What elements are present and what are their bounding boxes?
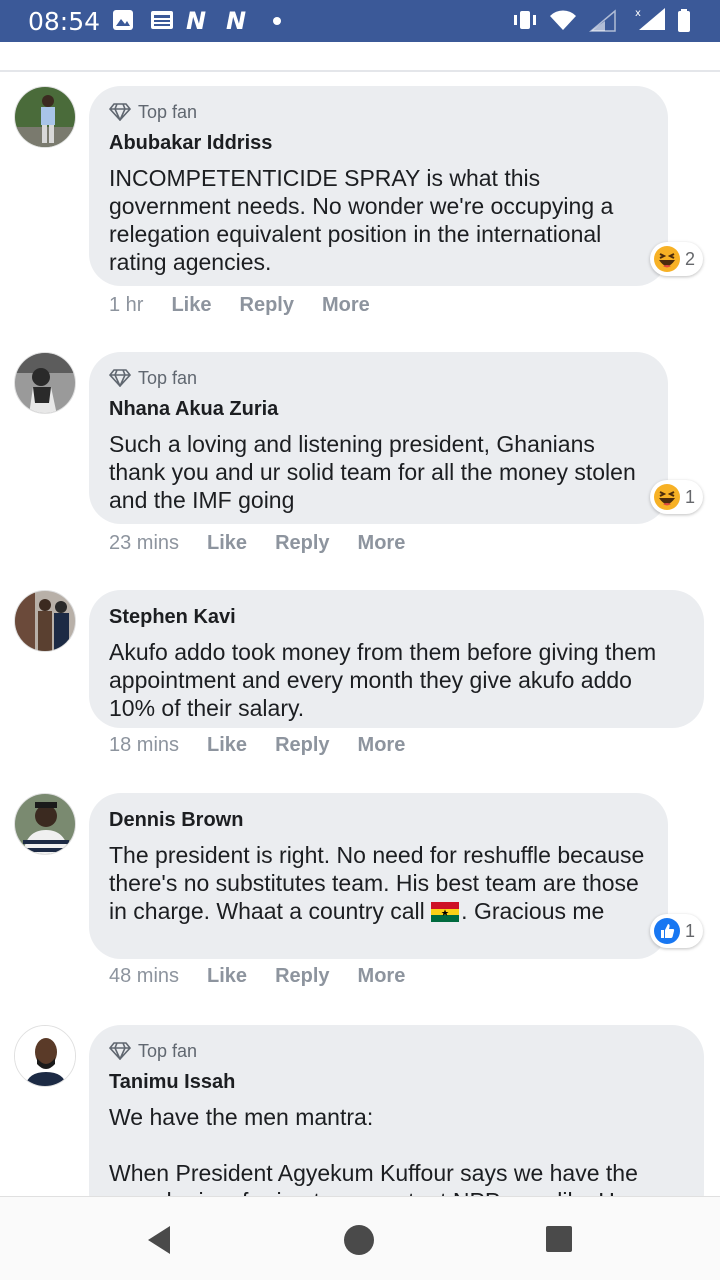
reply-button[interactable]: Reply bbox=[275, 532, 329, 555]
comment-actions: 48 mins Like Reply More bbox=[109, 965, 433, 988]
n-app-icon-2: N bbox=[226, 9, 246, 31]
top-fan-badge: Top fan bbox=[109, 1039, 684, 1063]
comment-text: Akufo addo took money from them before g… bbox=[109, 639, 657, 721]
like-reaction-icon bbox=[654, 918, 680, 944]
signal-icon bbox=[589, 9, 616, 32]
haha-reaction-icon bbox=[654, 246, 680, 272]
reaction-count-value: 1 bbox=[685, 920, 696, 941]
comment: Top fan Nhana Akua Zuria Such a loving a… bbox=[0, 352, 720, 572]
top-fan-badge: Top fan bbox=[109, 100, 648, 124]
reply-button[interactable]: Reply bbox=[275, 734, 329, 757]
more-button[interactable]: More bbox=[358, 965, 406, 988]
news-icon bbox=[151, 11, 173, 29]
status-time: 08:54 bbox=[28, 7, 101, 36]
comment: Dennis Brown The president is right. No … bbox=[0, 793, 720, 1003]
like-button[interactable]: Like bbox=[207, 734, 247, 757]
more-button[interactable]: More bbox=[358, 734, 406, 757]
signal-x-icon: x bbox=[635, 8, 665, 30]
svg-text:x: x bbox=[635, 8, 641, 19]
gallery-icon bbox=[113, 10, 133, 30]
back-icon[interactable] bbox=[146, 1225, 172, 1255]
comment-author[interactable]: Dennis Brown bbox=[109, 807, 648, 833]
reaction-count[interactable]: 1 bbox=[650, 914, 704, 948]
reply-button[interactable]: Reply bbox=[275, 965, 329, 988]
comment-time: 48 mins bbox=[109, 965, 180, 987]
reply-button[interactable]: Reply bbox=[240, 294, 294, 317]
comment: Top fan Tanimu Issah We have the men man… bbox=[0, 1025, 720, 1196]
comment-bubble: Top fan Nhana Akua Zuria Such a loving a… bbox=[89, 352, 668, 524]
comment-time: 23 mins bbox=[109, 532, 180, 554]
avatar[interactable] bbox=[14, 86, 76, 148]
comment-bubble: Stephen Kavi Akufo addo took money from … bbox=[89, 590, 704, 728]
svg-text:N: N bbox=[226, 9, 246, 31]
divider bbox=[0, 70, 720, 72]
like-button[interactable]: Like bbox=[207, 965, 247, 988]
home-icon[interactable] bbox=[343, 1224, 375, 1256]
battery-icon bbox=[678, 9, 690, 32]
comment-time: 1 hr bbox=[109, 294, 144, 316]
reaction-count-value: 1 bbox=[685, 486, 696, 507]
comment-author[interactable]: Stephen Kavi bbox=[109, 604, 684, 630]
comment-time: 18 mins bbox=[109, 734, 180, 756]
top-fan-label: Top fan bbox=[138, 1040, 198, 1061]
avatar[interactable] bbox=[14, 352, 76, 414]
comment-author[interactable]: Tanimu Issah bbox=[109, 1069, 684, 1095]
ghana-flag-icon bbox=[431, 902, 460, 922]
comment: Top fan Abubakar Iddriss INCOMPETENTICID… bbox=[0, 86, 720, 326]
navigation-bar bbox=[0, 1196, 720, 1280]
comment-text: men, he is referring to competent NPP me… bbox=[109, 1187, 684, 1196]
comment-text: INCOMPETENTICIDE SPRAY is what this gove… bbox=[109, 165, 614, 275]
comment-text: Such a loving and listening president, G… bbox=[109, 431, 636, 513]
top-fan-label: Top fan bbox=[138, 367, 198, 388]
comment: Stephen Kavi Akufo addo took money from … bbox=[0, 590, 720, 770]
vibrate-icon bbox=[514, 11, 536, 29]
status-bar: 08:54 N N x bbox=[0, 0, 720, 42]
comment-text: We have the men mantra: bbox=[109, 1104, 374, 1130]
like-button[interactable]: Like bbox=[207, 532, 247, 555]
comment-actions: 18 mins Like Reply More bbox=[109, 734, 433, 757]
comment-actions: 23 mins Like Reply More bbox=[109, 532, 433, 555]
comment-bubble: Top fan Abubakar Iddriss INCOMPETENTICID… bbox=[89, 86, 668, 286]
reaction-count[interactable]: 2 bbox=[650, 242, 704, 276]
comment-text-part: . Gracious me bbox=[461, 898, 605, 924]
comment-author[interactable]: Nhana Akua Zuria bbox=[109, 396, 648, 422]
comment-bubble: Top fan Tanimu Issah We have the men man… bbox=[89, 1025, 704, 1196]
haha-reaction-icon bbox=[654, 484, 680, 510]
avatar[interactable] bbox=[14, 590, 76, 652]
more-button[interactable]: More bbox=[358, 532, 406, 555]
reaction-count[interactable]: 1 bbox=[650, 480, 704, 514]
avatar[interactable] bbox=[14, 1025, 76, 1087]
n-app-icon: N bbox=[186, 9, 206, 31]
top-fan-label: Top fan bbox=[138, 101, 198, 122]
svg-text:N: N bbox=[186, 9, 206, 31]
reaction-count-value: 2 bbox=[685, 248, 696, 269]
diamond-icon bbox=[109, 369, 131, 387]
diamond-icon bbox=[109, 103, 131, 121]
comment-text: The president is right. No need for resh… bbox=[109, 841, 648, 925]
comment-bubble: Dennis Brown The president is right. No … bbox=[89, 793, 668, 959]
comment-author[interactable]: Abubakar Iddriss bbox=[109, 130, 648, 156]
wifi-icon bbox=[550, 10, 576, 30]
comment-text: When President Agyekum Kuffour says we h… bbox=[109, 1160, 638, 1186]
comment-actions: 1 hr Like Reply More bbox=[109, 294, 398, 317]
notification-dot-icon bbox=[273, 17, 281, 25]
more-button[interactable]: More bbox=[322, 294, 370, 317]
top-fan-badge: Top fan bbox=[109, 366, 648, 390]
recents-icon[interactable] bbox=[545, 1225, 573, 1253]
like-button[interactable]: Like bbox=[171, 294, 211, 317]
diamond-icon bbox=[109, 1042, 131, 1060]
avatar[interactable] bbox=[14, 793, 76, 855]
